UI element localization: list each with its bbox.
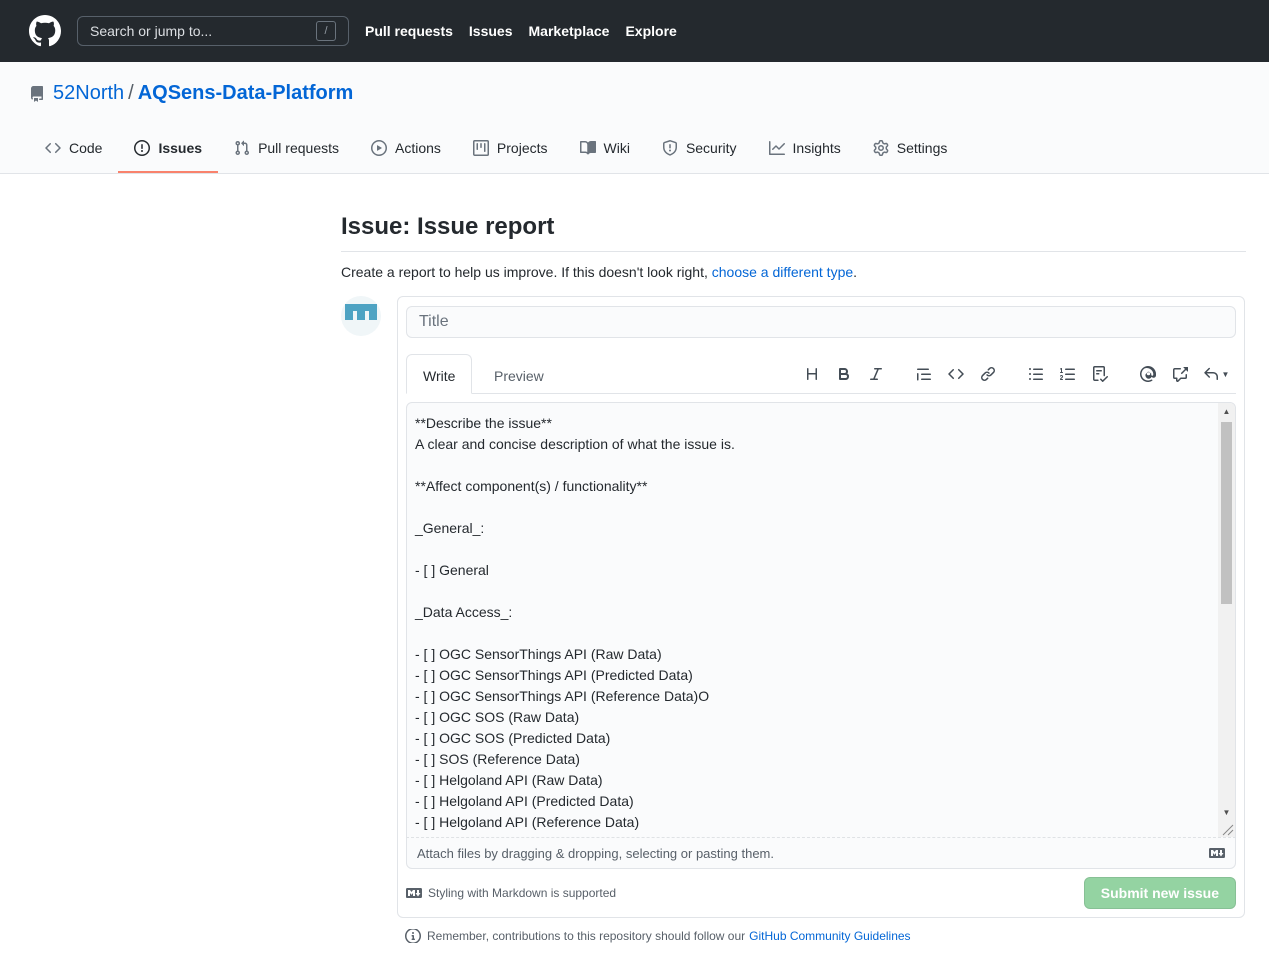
book-icon xyxy=(579,140,596,154)
repo-tabs: Code Issues Pull requests Actions Projec… xyxy=(29,124,963,173)
dropdown-caret-icon: ▼ xyxy=(1221,369,1230,379)
repo-name-link[interactable]: AQSens-Data-Platform xyxy=(138,82,354,105)
form-footer: Styling with Markdown is supported Submi… xyxy=(406,877,1236,909)
tab-code[interactable]: Code xyxy=(29,124,118,173)
tab-actions[interactable]: Actions xyxy=(355,124,457,173)
issue-icon xyxy=(134,139,151,156)
new-issue-main: Issue: Issue report Create a report to h… xyxy=(341,174,1246,943)
task-list-icon[interactable] xyxy=(1084,362,1116,386)
nav-marketplace[interactable]: Marketplace xyxy=(529,23,610,39)
info-icon xyxy=(405,929,421,943)
tab-write[interactable]: Write xyxy=(406,354,473,394)
code-icon[interactable] xyxy=(940,362,972,386)
tab-label: Projects xyxy=(496,139,548,156)
shield-icon xyxy=(662,139,677,156)
description-period: . xyxy=(853,264,858,280)
tab-security[interactable]: Security xyxy=(646,124,753,173)
search-input[interactable]: Search or jump to... / xyxy=(77,16,349,46)
cross-reference-icon[interactable] xyxy=(1164,362,1196,386)
submit-new-issue-button[interactable]: Submit new issue xyxy=(1083,877,1236,909)
search-placeholder: Search or jump to... xyxy=(90,23,213,39)
markdown-toolbar: ▼ xyxy=(796,362,1236,386)
description-text: Create a report to help us improve. If t… xyxy=(341,264,708,280)
bulleted-list-icon[interactable] xyxy=(1020,362,1052,386)
issue-body-textarea[interactable]: **Describe the issue** A clear and conci… xyxy=(406,402,1236,838)
tab-issues[interactable]: Issues xyxy=(118,124,219,173)
play-icon xyxy=(371,139,387,156)
tab-preview[interactable]: Preview xyxy=(478,354,560,394)
tab-label: Issues xyxy=(158,139,203,156)
link-icon[interactable] xyxy=(972,362,1004,386)
contribution-notice: Remember, contributions to this reposito… xyxy=(405,929,911,943)
markdown-icon xyxy=(406,888,422,898)
tab-label: Wiki xyxy=(603,139,630,156)
tab-label: Insights xyxy=(792,139,841,156)
tab-pull-requests[interactable]: Pull requests xyxy=(218,124,355,173)
page-title: Issue: Issue report xyxy=(341,174,1246,252)
tab-wiki[interactable]: Wiki xyxy=(564,124,646,173)
markdown-icon xyxy=(1209,848,1225,858)
github-logo-icon[interactable] xyxy=(29,15,61,47)
nav-issues[interactable]: Issues xyxy=(469,23,513,39)
choose-type-link[interactable]: choose a different type xyxy=(712,264,853,280)
editor-scrollbar[interactable]: ▲ ▼ xyxy=(1218,403,1235,837)
repo-title: 52North / AQSens-Data-Platform xyxy=(29,82,353,105)
bold-icon[interactable] xyxy=(828,362,860,386)
nav-pull-requests[interactable]: Pull requests xyxy=(365,23,453,39)
heading-icon[interactable] xyxy=(796,362,828,386)
file-attach-area[interactable]: Attach files by dragging & dropping, sel… xyxy=(406,837,1236,869)
scroll-up-icon[interactable]: ▲ xyxy=(1218,403,1235,420)
global-header: Search or jump to... / Pull requests Iss… xyxy=(0,0,1269,62)
graph-icon xyxy=(768,140,785,155)
tab-label: Code xyxy=(69,139,103,156)
community-guidelines-link[interactable]: GitHub Community Guidelines xyxy=(749,929,910,943)
mention-icon[interactable] xyxy=(1132,362,1164,386)
attach-text: Attach files by dragging & dropping, sel… xyxy=(417,845,774,861)
tab-label: Actions xyxy=(395,139,441,156)
remember-text: Remember, contributions to this reposito… xyxy=(427,929,746,943)
tab-label: Security xyxy=(685,139,737,156)
repo-owner-link[interactable]: 52North xyxy=(53,82,124,105)
repo-separator: / xyxy=(128,82,134,104)
issue-title-input[interactable]: Title xyxy=(406,306,1236,338)
repo-icon xyxy=(29,85,45,102)
tab-projects[interactable]: Projects xyxy=(457,124,564,173)
gear-icon xyxy=(873,139,889,156)
italic-icon[interactable] xyxy=(860,362,892,386)
page-description: Create a report to help us improve. If t… xyxy=(341,264,1246,280)
markdown-note[interactable]: Styling with Markdown is supported xyxy=(406,885,1084,901)
pull-request-icon xyxy=(235,140,250,155)
editor-tabs: Write Preview ▼ xyxy=(406,354,1236,394)
numbered-list-icon[interactable] xyxy=(1052,362,1084,386)
search-shortcut-key: / xyxy=(316,21,336,41)
project-icon xyxy=(472,139,489,156)
tab-settings[interactable]: Settings xyxy=(857,124,964,173)
tab-label: Pull requests xyxy=(258,139,339,156)
markdown-note-text: Styling with Markdown is supported xyxy=(428,886,617,900)
issue-form-box: Title Write Preview ▼ **Describe the iss… xyxy=(397,296,1245,918)
avatar[interactable] xyxy=(341,296,381,336)
issue-body-text: **Describe the issue** A clear and conci… xyxy=(415,415,735,830)
nav-explore[interactable]: Explore xyxy=(625,23,676,39)
code-icon xyxy=(45,142,61,153)
tab-insights[interactable]: Insights xyxy=(753,124,857,173)
resize-handle-icon[interactable] xyxy=(1219,821,1234,836)
scroll-down-icon[interactable]: ▼ xyxy=(1218,804,1235,821)
repo-header: 52North / AQSens-Data-Platform Code Issu… xyxy=(0,62,1269,174)
quote-icon[interactable] xyxy=(908,362,940,386)
tab-label: Settings xyxy=(896,139,948,156)
reply-icon[interactable]: ▼ xyxy=(1196,362,1236,386)
global-nav: Pull requests Issues Marketplace Explore xyxy=(365,23,693,39)
scroll-thumb[interactable] xyxy=(1221,422,1232,604)
